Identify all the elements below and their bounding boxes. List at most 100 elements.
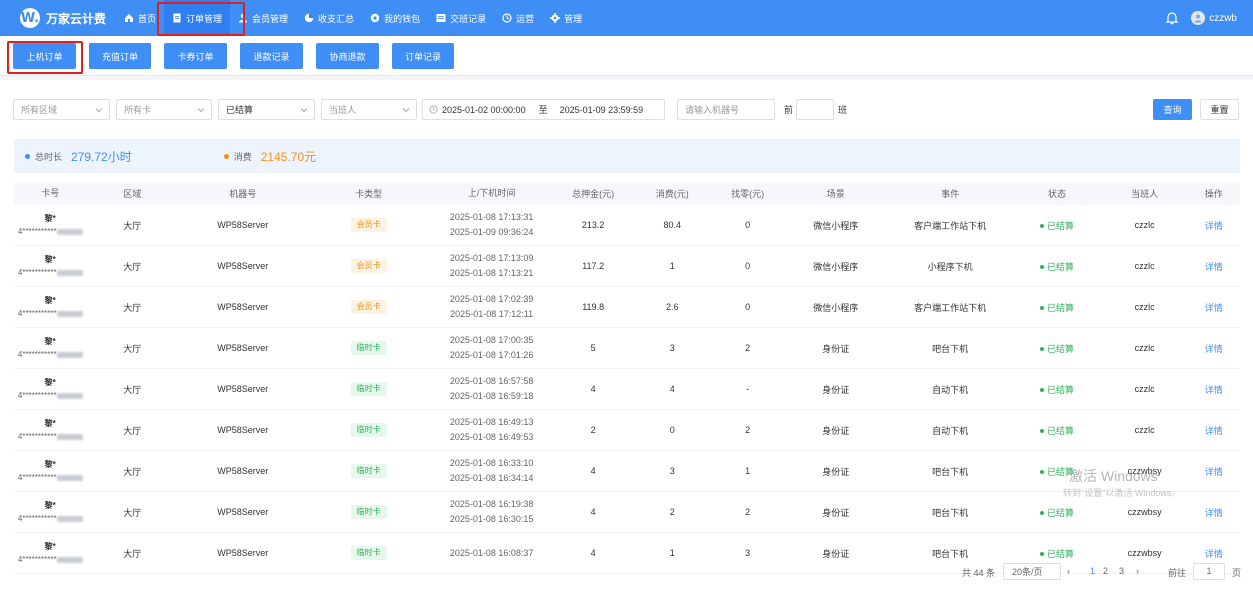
- member-name: 黎*: [44, 460, 56, 469]
- card-type-tag: 临时卡: [350, 423, 387, 437]
- operator-cell: czzlc: [1134, 302, 1155, 312]
- member-name: 黎*: [44, 296, 56, 305]
- shift-count-input[interactable]: [796, 99, 834, 120]
- area-cell: 大厅: [123, 261, 142, 272]
- chevron-down-icon: [95, 108, 103, 113]
- column-header: 区域: [123, 189, 142, 199]
- status-cell: 已结算: [1012, 342, 1102, 355]
- column-header: 事件: [941, 189, 960, 199]
- redacted-block: [56, 515, 83, 522]
- table-row: 黎* 4*********** 大厅 WP58Server 会员卡 2025-01-08 …: [14, 246, 1240, 287]
- action-cell: 详情: [1188, 342, 1240, 355]
- detail-link[interactable]: 详情: [1205, 549, 1223, 559]
- nav-item-home[interactable]: 首页: [116, 0, 164, 36]
- nav-item-wallet[interactable]: 我的钱包: [362, 0, 428, 36]
- goto-page-input[interactable]: 1: [1193, 563, 1225, 580]
- user-icon: [239, 13, 248, 23]
- bell-icon[interactable]: [1165, 11, 1179, 25]
- avatar-icon: [1194, 14, 1202, 23]
- card-type-tag: 临时卡: [350, 546, 387, 560]
- table-row: 黎* 4*********** 大厅 WP58Server 临时卡 2025-01-08 …: [14, 451, 1240, 492]
- nav-item-admin[interactable]: 管理: [542, 0, 590, 36]
- consume-label: 消费: [233, 151, 252, 162]
- username[interactable]: czzwb: [1209, 13, 1237, 24]
- table-row: 黎* 4*********** 大厅 WP58Server 会员卡 2025-01-08 …: [14, 205, 1240, 246]
- card-type-cell: 临时卡: [308, 546, 430, 560]
- time-cell: 2025-01-08 16:08:37: [430, 546, 554, 561]
- column-header: 场景: [826, 189, 845, 199]
- tab-refund-records[interactable]: 退款记录: [240, 43, 303, 69]
- area-select[interactable]: 所有区域: [13, 99, 110, 120]
- nav-item-members[interactable]: 会员管理: [230, 0, 296, 36]
- tab-coupon-orders[interactable]: 卡券订单: [164, 43, 227, 69]
- tab-recharge-orders[interactable]: 充值订单: [89, 43, 151, 69]
- machine-input[interactable]: 请输入机器号: [677, 99, 775, 120]
- page-number-1[interactable]: 1: [1090, 566, 1095, 576]
- page-number-2[interactable]: 2: [1103, 566, 1108, 576]
- tab-login-orders[interactable]: 上机订单: [13, 43, 76, 69]
- search-button[interactable]: 查询: [1153, 99, 1192, 120]
- deposit-cell: 119.8: [582, 302, 605, 312]
- status-dot: [1039, 511, 1044, 516]
- shift-person-select[interactable]: 当班人: [321, 99, 417, 120]
- start-time: 2025-01-08 17:13:09: [449, 253, 534, 263]
- brand[interactable]: W. 万家云计费: [20, 8, 116, 28]
- prev-label: 前: [784, 105, 794, 115]
- area-cell: 大厅: [123, 548, 142, 559]
- status-cell: 已结算: [1012, 465, 1102, 478]
- clock-icon: [502, 13, 512, 23]
- nav-item-orders[interactable]: 订单管理: [164, 0, 231, 36]
- status-cell: 已结算: [1012, 219, 1102, 232]
- scene-cell: 身份证: [822, 384, 850, 395]
- consume-dot: [223, 153, 229, 159]
- page-number-3[interactable]: 3: [1119, 566, 1124, 576]
- tab-order-records[interactable]: 订单记录: [392, 43, 454, 69]
- card-type-tag: 会员卡: [350, 259, 387, 273]
- event-cell: 自动下机: [932, 384, 969, 395]
- deposit-cell: 4: [590, 466, 596, 476]
- prev-page-icon[interactable]: ‹: [1067, 566, 1070, 576]
- scene-cell: 微信小程序: [813, 220, 859, 231]
- page-size-value: 20条/页: [1012, 567, 1043, 577]
- detail-link[interactable]: 详情: [1205, 385, 1223, 395]
- change-cell: 0: [745, 261, 751, 271]
- duration-label: 总时长: [35, 151, 63, 162]
- nav-item-finance[interactable]: 收支汇总: [296, 0, 362, 36]
- deposit-cell: 4: [590, 507, 596, 517]
- date-start[interactable]: 2025-01-02 00:00:00: [442, 105, 526, 115]
- detail-link[interactable]: 详情: [1205, 303, 1223, 313]
- nav-item-operations[interactable]: 运营: [494, 0, 542, 36]
- home-icon: [125, 14, 133, 22]
- redacted-block: [56, 433, 83, 440]
- detail-link[interactable]: 详情: [1205, 262, 1223, 272]
- date-end[interactable]: 2025-01-09 23:59:59: [560, 105, 644, 115]
- detail-link[interactable]: 详情: [1205, 426, 1223, 436]
- reset-button[interactable]: 重置: [1200, 99, 1239, 120]
- status-text: 已结算: [1046, 343, 1074, 354]
- card-number: 4***********: [14, 553, 86, 566]
- detail-link[interactable]: 详情: [1205, 467, 1223, 477]
- tab-negotiated-refund[interactable]: 协商退款: [316, 43, 379, 69]
- card-number-text: 4***********: [17, 514, 57, 523]
- date-range-picker[interactable]: 2025-01-02 00:00:00 至 2025-01-09 23:59:5…: [422, 99, 665, 120]
- member-name: 黎*: [44, 378, 56, 387]
- operator-cell: czzlc: [1134, 220, 1155, 230]
- page-size-select[interactable]: 20条/页: [1003, 563, 1061, 580]
- wallet-icon: [370, 13, 380, 23]
- detail-link[interactable]: 详情: [1205, 508, 1223, 518]
- deposit-cell: 4: [590, 548, 596, 558]
- detail-link[interactable]: 详情: [1205, 221, 1223, 231]
- column-header: 总押金(元): [572, 189, 615, 199]
- pagination: 共 44 条 20条/页 ‹ 1 2 3 › 前往 1 页: [0, 563, 1253, 580]
- detail-link[interactable]: 详情: [1205, 344, 1223, 354]
- scene-cell: 身份证: [822, 548, 850, 559]
- card-cell: 黎* 4***********: [14, 540, 86, 566]
- nav-item-shift-records[interactable]: 交班记录: [428, 0, 494, 36]
- card-select[interactable]: 所有卡: [116, 99, 212, 120]
- end-time: 2025-01-08 16:30:15: [449, 514, 534, 524]
- deposit-cell: 213.2: [581, 220, 605, 230]
- scene-cell: 身份证: [822, 425, 850, 436]
- avatar[interactable]: [1191, 11, 1206, 25]
- next-page-icon[interactable]: ›: [1136, 566, 1139, 576]
- status-select[interactable]: 已结算: [218, 99, 315, 120]
